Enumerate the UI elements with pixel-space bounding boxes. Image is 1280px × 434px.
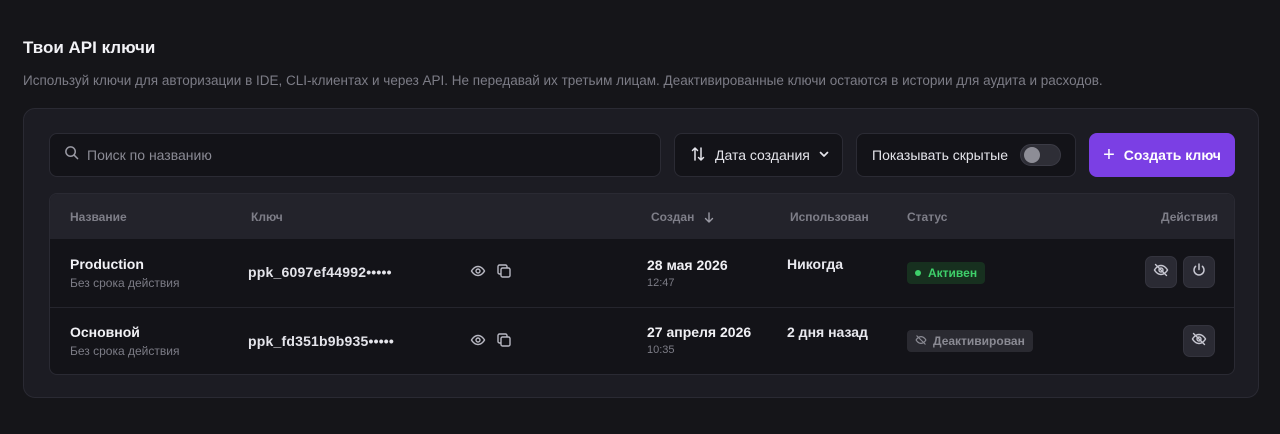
column-header-created-label: Создан: [651, 210, 695, 224]
api-keys-page: Твои API ключи Используй ключи для автор…: [0, 0, 1280, 434]
show-hidden-control: Показывать скрытые: [856, 133, 1076, 177]
status-label: Деактивирован: [933, 334, 1025, 348]
sort-dropdown[interactable]: Дата создания: [674, 133, 843, 177]
search-icon: [64, 145, 79, 165]
column-header-key: Ключ: [251, 210, 283, 224]
key-name: Production: [70, 256, 144, 272]
last-used: Никогда: [787, 256, 844, 272]
hide-key-button[interactable]: [1183, 325, 1215, 357]
plus-icon: +: [1103, 144, 1115, 166]
sort-label: Дата создания: [715, 147, 810, 163]
created-cell: 28 мая 2026 12:47: [647, 257, 728, 289]
create-key-button[interactable]: + Создать ключ: [1089, 133, 1235, 177]
created-date: 27 апреля 2026: [647, 324, 752, 340]
eye-off-icon: [1153, 262, 1169, 283]
key-name-cell: Production Без срока действия: [70, 256, 179, 290]
create-key-label: Создать ключ: [1123, 147, 1221, 163]
column-header-created[interactable]: Создан: [651, 210, 714, 226]
status-dot-icon: [915, 270, 921, 276]
table-row: Основной Без срока действия ppk_fd351b9b…: [50, 307, 1234, 374]
table-row: Production Без срока действия ppk_6097ef…: [50, 239, 1234, 307]
copy-icon[interactable]: [496, 263, 514, 281]
eye-off-icon: [1191, 331, 1207, 352]
last-used: 2 дня назад: [787, 324, 868, 340]
eye-icon[interactable]: [470, 332, 488, 350]
eye-icon[interactable]: [470, 263, 488, 281]
key-expiry: Без срока действия: [70, 276, 180, 290]
status-label: Активен: [928, 266, 978, 280]
api-keys-table: Название Ключ Создан Использован Статус …: [49, 193, 1235, 375]
column-header-status: Статус: [907, 210, 948, 224]
toggle-knob: [1024, 147, 1040, 163]
key-name-cell: Основной Без срока действия: [70, 324, 179, 358]
status-badge: Деактивирован: [907, 330, 1033, 352]
arrow-down-icon: [704, 212, 714, 226]
api-keys-panel: Дата создания Показывать скрытые + Созда…: [23, 108, 1259, 398]
show-hidden-label: Показывать скрытые: [872, 147, 1008, 163]
power-icon: [1191, 262, 1207, 283]
hide-key-button[interactable]: [1145, 256, 1177, 288]
search-input[interactable]: [87, 147, 647, 163]
eye-off-icon: [915, 334, 933, 349]
key-value: ppk_6097ef44992•••••: [248, 264, 392, 280]
key-name: Основной: [70, 324, 140, 340]
key-value: ppk_fd351b9b935•••••: [248, 333, 395, 349]
column-header-name: Название: [70, 210, 127, 224]
created-time: 10:35: [647, 344, 675, 356]
status-badge: Активен: [907, 262, 986, 284]
column-header-used: Использован: [790, 210, 869, 224]
created-time: 12:47: [647, 277, 675, 289]
created-date: 28 мая 2026: [647, 257, 728, 273]
deactivate-key-button[interactable]: [1183, 256, 1215, 288]
chevron-down-icon: [818, 147, 830, 163]
column-header-actions: Действия: [1161, 210, 1219, 224]
page-title: Твои API ключи: [23, 38, 156, 57]
page-subtitle: Используй ключи для авторизации в IDE, C…: [23, 73, 1103, 88]
sort-icon: [690, 146, 706, 165]
created-cell: 27 апреля 2026 10:35: [647, 324, 751, 356]
copy-icon[interactable]: [496, 332, 514, 350]
show-hidden-toggle[interactable]: [1020, 144, 1061, 166]
table-header: Название Ключ Создан Использован Статус …: [50, 194, 1234, 239]
search-box[interactable]: [49, 133, 661, 177]
key-expiry: Без срока действия: [70, 344, 180, 358]
